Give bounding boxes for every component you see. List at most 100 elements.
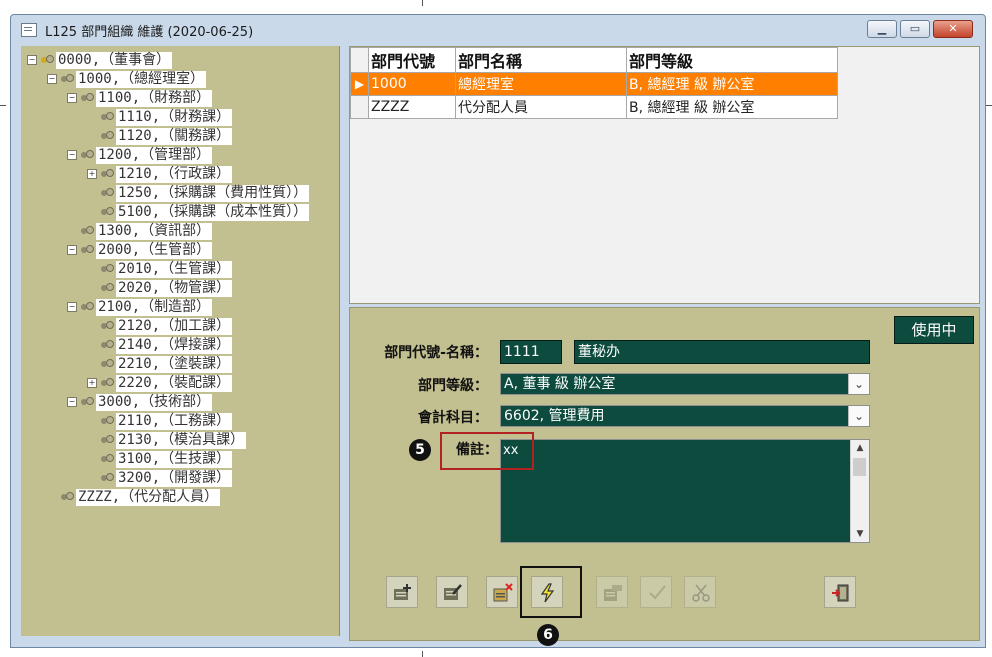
- delete-button[interactable]: [486, 576, 518, 608]
- tree-node[interactable]: +2220,（裝配課）: [87, 374, 233, 392]
- department-name-field[interactable]: 董秘办: [574, 340, 870, 364]
- cell-name[interactable]: 代分配人員: [455, 95, 627, 119]
- tree-node-label[interactable]: 1110,（財務課）: [116, 108, 233, 126]
- tree-node-label[interactable]: 2110,（工務課）: [116, 412, 233, 430]
- tree-node[interactable]: 2140,（焊接課）: [87, 336, 233, 354]
- collapse-icon[interactable]: −: [67, 245, 77, 255]
- tree-node[interactable]: − 2000,（生管部）: [67, 241, 213, 259]
- tree-node-label[interactable]: 2020,（物管課）: [116, 279, 233, 297]
- tree-node[interactable]: 2130,（模治具課）: [87, 431, 247, 449]
- tree-node[interactable]: − 3000,（技術部）: [67, 393, 213, 411]
- collapse-icon[interactable]: −: [27, 55, 37, 65]
- tree-node-label[interactable]: 1200,（管理部）: [96, 146, 213, 164]
- scroll-down-icon[interactable]: ▼: [851, 526, 869, 542]
- department-icon: [60, 74, 74, 84]
- copy-button[interactable]: [596, 576, 628, 608]
- collapse-icon[interactable]: −: [67, 150, 77, 160]
- exit-button[interactable]: [824, 576, 856, 608]
- tree-node[interactable]: 1300,（資訊部）: [67, 222, 213, 240]
- tree-node-label[interactable]: 1100,（財務部）: [96, 89, 213, 107]
- scroll-thumb[interactable]: [853, 458, 866, 476]
- tree-node[interactable]: − 1000,（總經理室）: [47, 70, 207, 88]
- level-select[interactable]: A, 董事 級 辦公室 ⌄: [500, 373, 870, 395]
- tree-node[interactable]: 3100,（生技課）: [87, 450, 233, 468]
- tree-node-label[interactable]: ZZZZ,（代分配人員）: [76, 488, 221, 506]
- tree-node-label[interactable]: 2130,（模治具課）: [116, 431, 247, 449]
- remark-textarea[interactable]: xx ▲ ▼: [500, 439, 870, 543]
- chevron-down-icon[interactable]: ⌄: [848, 374, 869, 394]
- expand-icon[interactable]: +: [87, 169, 97, 179]
- tree-node-label[interactable]: 2120,（加工課）: [116, 317, 233, 335]
- tree-node-label[interactable]: 1000,（總經理室）: [76, 70, 207, 88]
- tree-node[interactable]: 2010,（生管課）: [87, 260, 233, 278]
- tree-node[interactable]: 1120,（關務課）: [87, 127, 233, 145]
- confirm-button[interactable]: [640, 576, 672, 608]
- detail-form: 使用中 部門代號-名稱： 1111 董秘办 部門等級： A, 董事 級 辦公室 …: [349, 307, 980, 646]
- scroll-up-icon[interactable]: ▲: [851, 440, 869, 456]
- remark-scrollbar[interactable]: ▲ ▼: [850, 440, 869, 542]
- tree-node-label[interactable]: 1210,（行政課）: [116, 165, 233, 183]
- column-header-code[interactable]: 部門代號: [368, 47, 456, 73]
- department-code-field[interactable]: 1111: [500, 340, 562, 364]
- app-window-icon: [21, 23, 37, 37]
- tree-node-label[interactable]: 2140,（焊接課）: [116, 336, 233, 354]
- tree-node[interactable]: − 2100,（制造部）: [67, 298, 213, 316]
- tree-node[interactable]: 1250,（採購課（費用性質））: [87, 184, 310, 202]
- tree-node[interactable]: 1110,（財務課）: [87, 108, 233, 126]
- column-header-name[interactable]: 部門名稱: [455, 47, 627, 73]
- cell-name[interactable]: 總經理室: [455, 72, 627, 96]
- collapse-icon[interactable]: −: [47, 74, 57, 84]
- tree-node-label[interactable]: 3000,（技術部）: [96, 393, 213, 411]
- expand-icon[interactable]: +: [87, 378, 97, 388]
- tree-node[interactable]: 3200,（開發課）: [87, 469, 233, 487]
- tree-node-label[interactable]: 2220,（裝配課）: [116, 374, 233, 392]
- tree-node[interactable]: − 1100,（財務部）: [67, 89, 213, 107]
- account-select[interactable]: 6602, 管理費用 ⌄: [500, 405, 870, 427]
- tree-node-label[interactable]: 5100,（採購課（成本性質））: [116, 203, 310, 221]
- tree-node-label[interactable]: 1300,（資訊部）: [96, 222, 213, 240]
- table-row[interactable]: ZZZZ 代分配人員 B, 總經理 級 辦公室: [350, 95, 838, 119]
- tree-node-label[interactable]: 2010,（生管課）: [116, 260, 233, 278]
- chevron-down-icon[interactable]: ⌄: [848, 406, 869, 426]
- delete-record-icon: [493, 583, 513, 602]
- table-row[interactable]: ▶ 1000 總經理室 B, 總經理 級 辦公室: [350, 72, 838, 96]
- cell-level[interactable]: B, 總經理 級 辦公室: [626, 95, 838, 119]
- title-bar[interactable]: L125 部門組織 維護 (2020-06-25) ▁ ▭ ✕: [11, 15, 985, 45]
- close-button[interactable]: ✕: [933, 20, 973, 38]
- cancel-button[interactable]: [684, 576, 716, 608]
- tree-node-label[interactable]: 1120,（關務課）: [116, 127, 233, 145]
- cell-code[interactable]: 1000: [368, 72, 456, 96]
- tree-node[interactable]: 5100,（採購課（成本性質））: [87, 203, 310, 221]
- level-label: 部門等級：: [418, 378, 488, 394]
- department-icon: [100, 359, 114, 369]
- edit-button[interactable]: [436, 576, 468, 608]
- column-header-level[interactable]: 部門等級: [626, 47, 838, 73]
- department-tree[interactable]: − 0000,（董事會） − 1000,（總經理室） − 1100,（財務部） 1110,（…: [21, 46, 340, 636]
- tree-node[interactable]: +1210,（行政課）: [87, 165, 233, 183]
- tree-node[interactable]: ZZZZ,（代分配人員）: [47, 488, 221, 506]
- minimize-button[interactable]: ▁: [867, 20, 897, 38]
- collapse-icon[interactable]: −: [67, 93, 77, 103]
- department-icon: [80, 226, 94, 236]
- cell-code[interactable]: ZZZZ: [368, 95, 456, 119]
- add-button[interactable]: [386, 576, 418, 608]
- tree-node[interactable]: 2020,（物管課）: [87, 279, 233, 297]
- tree-node[interactable]: 2210,（塗裝課）: [87, 355, 233, 373]
- tree-node-label[interactable]: 2100,（制造部）: [96, 298, 213, 316]
- collapse-icon[interactable]: −: [67, 397, 77, 407]
- collapse-icon[interactable]: −: [67, 302, 77, 312]
- tree-node-label[interactable]: 3200,（開發課）: [116, 469, 233, 487]
- tree-node-label[interactable]: 2000,（生管部）: [96, 241, 213, 259]
- restore-button[interactable]: ▭: [900, 20, 930, 38]
- department-grid[interactable]: 部門代號 部門名稱 部門等級 ▶ 1000 總經理室 B, 總經理 級 辦公室 …: [349, 46, 980, 304]
- department-icon: [100, 264, 114, 274]
- cell-level[interactable]: B, 總經理 級 辦公室: [626, 72, 838, 96]
- tree-node[interactable]: 2120,（加工課）: [87, 317, 233, 335]
- tree-node-label[interactable]: 1250,（採購課（費用性質））: [116, 184, 310, 202]
- tree-node[interactable]: 2110,（工務課）: [87, 412, 233, 430]
- tree-node-label[interactable]: 0000,（董事會）: [56, 51, 173, 69]
- tree-node-label[interactable]: 3100,（生技課）: [116, 450, 233, 468]
- tree-node[interactable]: − 0000,（董事會）: [27, 51, 173, 69]
- tree-node[interactable]: − 1200,（管理部）: [67, 146, 213, 164]
- tree-node-label[interactable]: 2210,（塗裝課）: [116, 355, 233, 373]
